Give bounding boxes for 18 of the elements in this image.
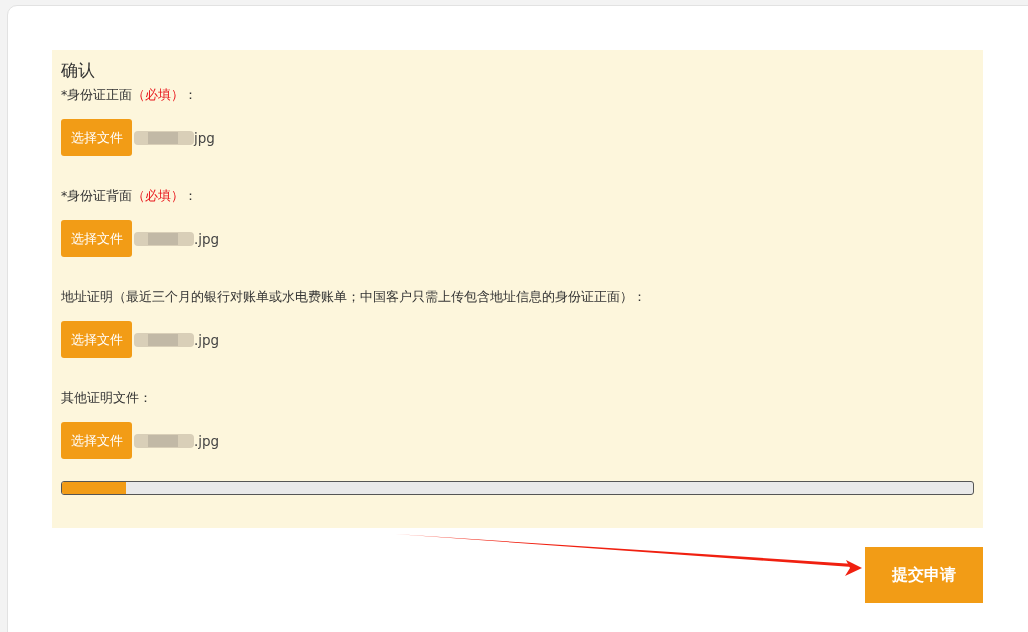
section-title: 确认 [61,59,96,82]
file-name: .jpg [194,230,220,247]
choose-file-button[interactable]: 选择文件 [61,422,132,459]
file-name: .jpg [194,432,220,449]
field-label: 地址证明（最近三个月的银行对账单或水电费账单；中国客户只需上传包含地址信息的身份证正面）： [61,288,647,306]
redacted-filename-icon [134,432,194,449]
choose-file-button[interactable]: 选择文件 [61,220,132,257]
choose-file-button[interactable]: 选择文件 [61,119,132,156]
field-label: 其他证明文件： [61,389,153,407]
redacted-filename-icon [134,331,194,348]
choose-file-button[interactable]: 选择文件 [61,321,132,358]
file-name: .jpg [194,331,220,348]
field-label: *身份证背面（必填）： [61,187,199,205]
submit-button[interactable]: 提交申请 [865,547,983,603]
redacted-filename-icon [134,129,194,146]
redacted-filename-icon [134,230,194,247]
field-label: *身份证正面（必填）： [61,86,199,104]
file-name: jpg [194,129,215,146]
